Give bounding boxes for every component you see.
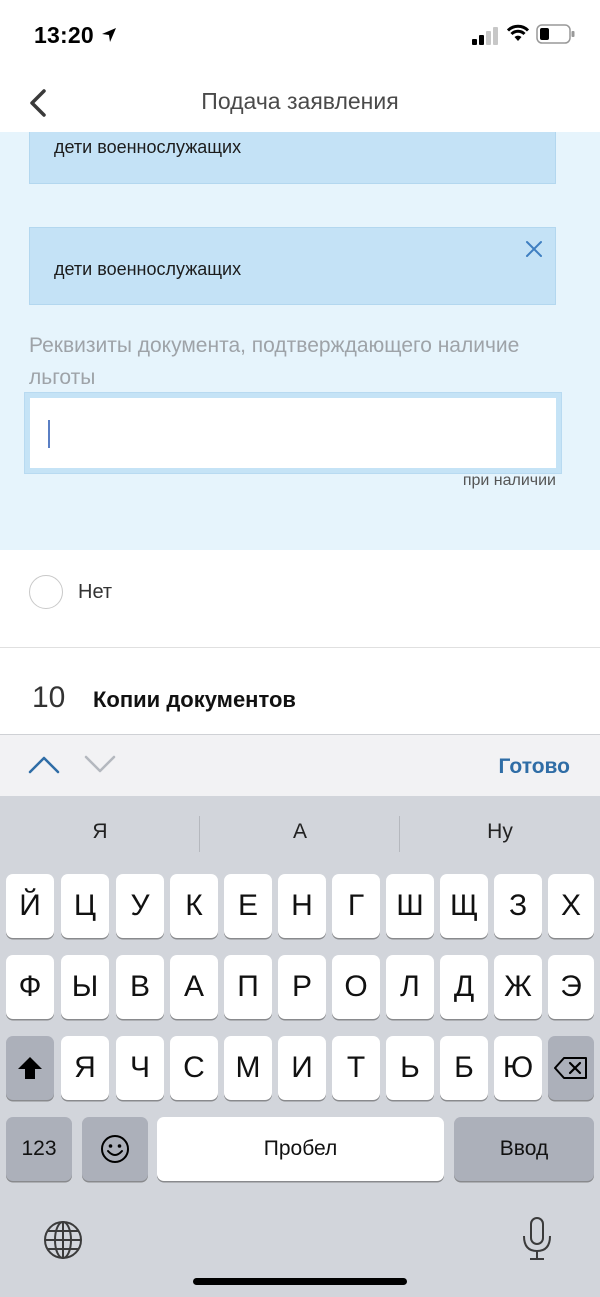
key[interactable]: Х bbox=[548, 874, 594, 938]
microphone-icon[interactable] bbox=[520, 1216, 554, 1262]
key[interactable]: Е bbox=[224, 874, 272, 938]
key[interactable]: Ь bbox=[386, 1036, 434, 1100]
key[interactable]: Ш bbox=[386, 874, 434, 938]
key[interactable]: Г bbox=[332, 874, 380, 938]
key[interactable]: Я bbox=[61, 1036, 109, 1100]
key[interactable]: Щ bbox=[440, 874, 488, 938]
chevron-up-icon[interactable] bbox=[28, 753, 60, 775]
key[interactable]: Ы bbox=[61, 955, 109, 1019]
key[interactable]: Р bbox=[278, 955, 326, 1019]
suggestion-item[interactable]: Я bbox=[0, 820, 200, 844]
backspace-key[interactable] bbox=[548, 1036, 594, 1100]
battery-icon bbox=[536, 24, 575, 44]
section-title: Копии документов bbox=[93, 687, 296, 712]
key[interactable]: Ф bbox=[6, 955, 54, 1019]
wifi-icon bbox=[506, 24, 530, 41]
key[interactable]: Э bbox=[548, 955, 594, 1019]
backspace-icon bbox=[554, 1057, 587, 1079]
document-details-label: Реквизиты документа, подтверждающего нал… bbox=[29, 334, 520, 389]
key[interactable]: Д bbox=[440, 955, 488, 1019]
key[interactable]: С bbox=[170, 1036, 218, 1100]
section-number: 10 bbox=[32, 681, 66, 714]
status-time: 13:20 bbox=[34, 22, 94, 48]
keyboard-accessory-bar: Готово bbox=[0, 734, 600, 796]
status-bar: 13:20 bbox=[0, 0, 600, 70]
done-button[interactable]: Готово bbox=[499, 755, 570, 779]
return-key[interactable]: Ввод bbox=[454, 1117, 594, 1181]
key[interactable]: В bbox=[116, 955, 164, 1019]
key[interactable]: Т bbox=[332, 1036, 380, 1100]
numbers-key[interactable]: 123 bbox=[6, 1117, 72, 1181]
key[interactable]: И bbox=[278, 1036, 326, 1100]
home-indicator bbox=[193, 1278, 407, 1285]
key[interactable]: Ж bbox=[494, 955, 542, 1019]
suggestion-bar: Я А Ну bbox=[0, 796, 600, 870]
radio-option-no[interactable]: Нет bbox=[0, 550, 600, 648]
key[interactable]: А bbox=[170, 955, 218, 1019]
key[interactable]: М bbox=[224, 1036, 272, 1100]
location-arrow-icon bbox=[102, 28, 116, 42]
suggestion-item[interactable]: А bbox=[200, 820, 400, 844]
key[interactable]: Ч bbox=[116, 1036, 164, 1100]
shift-key[interactable] bbox=[6, 1036, 54, 1100]
radio-label: Нет bbox=[78, 581, 113, 603]
cellular-signal-icon bbox=[472, 27, 498, 45]
key[interactable]: Й bbox=[6, 874, 54, 938]
key[interactable]: Н bbox=[278, 874, 326, 938]
key[interactable]: Л bbox=[386, 955, 434, 1019]
section-header[interactable]: 10 Копии документов bbox=[0, 649, 600, 734]
space-key[interactable]: Пробел bbox=[157, 1117, 444, 1181]
field-hint: при наличии bbox=[462, 472, 556, 489]
key[interactable]: О bbox=[332, 955, 380, 1019]
globe-icon[interactable] bbox=[42, 1219, 84, 1261]
key[interactable]: П bbox=[224, 955, 272, 1019]
shift-arrow-icon bbox=[18, 1057, 42, 1079]
key[interactable]: З bbox=[494, 874, 542, 938]
radio-button[interactable] bbox=[29, 575, 63, 609]
key[interactable]: Ю bbox=[494, 1036, 542, 1100]
key[interactable]: Б bbox=[440, 1036, 488, 1100]
suggestion-item[interactable]: Ну bbox=[400, 820, 600, 844]
page-title: Подача заявления bbox=[201, 88, 399, 114]
key[interactable]: К bbox=[170, 874, 218, 938]
document-details-input[interactable] bbox=[24, 392, 562, 474]
key[interactable]: У bbox=[116, 874, 164, 938]
emoji-key[interactable] bbox=[82, 1117, 148, 1181]
close-icon[interactable] bbox=[525, 240, 543, 258]
keyboard: Я А Ну Й Ц У К Е Н Г Ш Щ З Х Ф Ы В А П Р… bbox=[0, 796, 600, 1297]
text-cursor bbox=[48, 420, 50, 448]
chip-label: дети военнослужащих bbox=[54, 259, 242, 279]
key[interactable]: Ц bbox=[61, 874, 109, 938]
selected-benefit-chip[interactable]: дети военнослужащих bbox=[29, 227, 556, 305]
selected-benefit-chip[interactable]: дети военнослужащих bbox=[29, 132, 556, 184]
chevron-down-icon[interactable] bbox=[84, 753, 116, 775]
chip-label: дети военнослужащих bbox=[54, 137, 242, 157]
emoji-icon bbox=[101, 1135, 129, 1163]
